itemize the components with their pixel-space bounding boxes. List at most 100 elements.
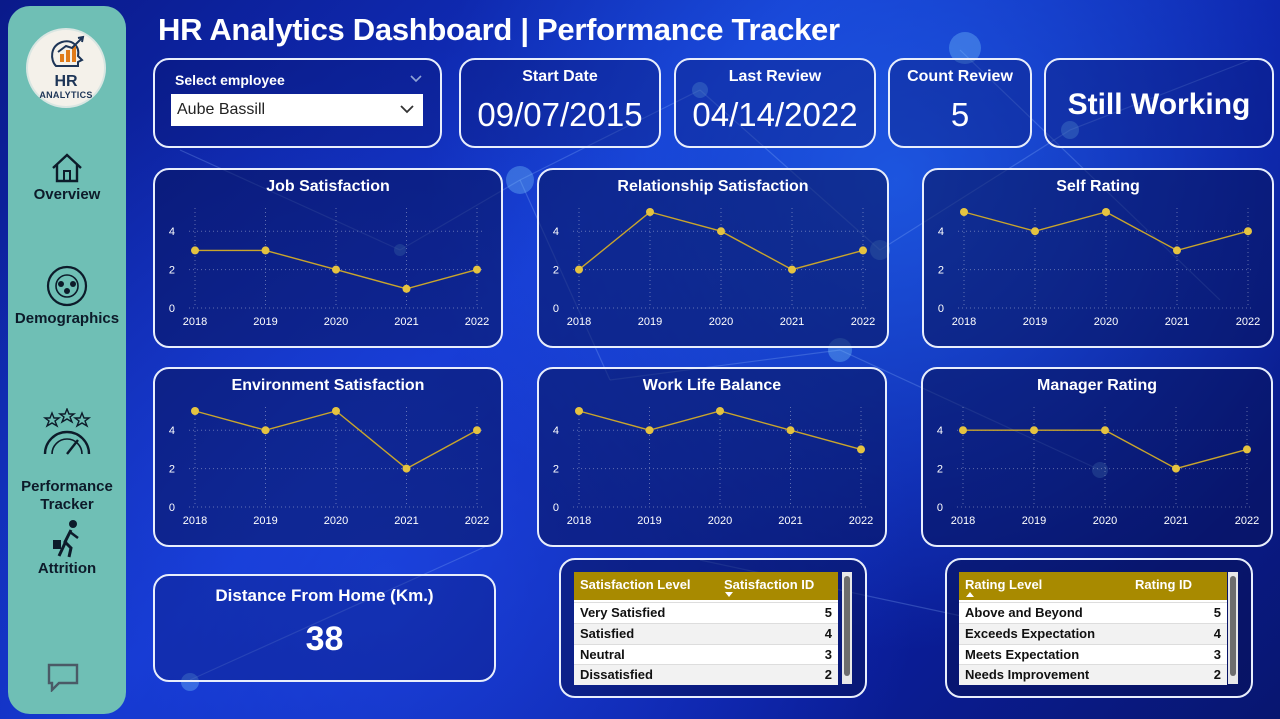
table-row[interactable]: Neutral 3 bbox=[574, 644, 838, 665]
x-tick-label: 2022 bbox=[465, 316, 489, 328]
data-point[interactable] bbox=[1173, 246, 1181, 255]
data-point[interactable] bbox=[645, 426, 654, 435]
data-point[interactable] bbox=[717, 227, 725, 236]
rating-table: Rating Level Rating ID Above and Beyond … bbox=[959, 572, 1227, 685]
data-point[interactable] bbox=[859, 246, 867, 255]
start-date-card: Start Date 09/07/2015 bbox=[459, 58, 661, 148]
data-point[interactable] bbox=[857, 445, 865, 454]
x-tick-label: 2022 bbox=[465, 515, 489, 527]
data-point[interactable] bbox=[332, 265, 340, 274]
x-tick-label: 2021 bbox=[394, 316, 418, 328]
table-row[interactable]: Above and Beyond 5 bbox=[959, 602, 1227, 623]
data-point[interactable] bbox=[191, 246, 199, 255]
y-tick-label: 4 bbox=[169, 226, 175, 238]
head-chart-icon bbox=[51, 35, 85, 67]
x-tick-label: 2020 bbox=[709, 316, 733, 328]
page-title: HR Analytics Dashboard | Performance Tra… bbox=[158, 12, 840, 47]
data-point[interactable] bbox=[191, 407, 199, 415]
data-point[interactable] bbox=[1101, 426, 1109, 435]
x-tick-label: 2021 bbox=[394, 515, 418, 527]
x-tick-label: 2019 bbox=[638, 316, 662, 328]
data-point[interactable] bbox=[473, 265, 481, 274]
scrollbar[interactable] bbox=[842, 572, 852, 684]
scrollbar-thumb[interactable] bbox=[1230, 576, 1236, 676]
data-point[interactable] bbox=[402, 284, 411, 293]
data-point[interactable] bbox=[1030, 426, 1038, 435]
y-tick-label: 2 bbox=[938, 265, 944, 277]
x-tick-label: 2022 bbox=[849, 515, 873, 527]
line-chart-svg: 0 2 4 2018 2019 2020 2021 2022 bbox=[169, 407, 489, 527]
column-header[interactable]: Rating Level bbox=[965, 575, 1042, 595]
nav-attrition[interactable]: Attrition bbox=[8, 518, 126, 578]
hr-analytics-logo[interactable]: HR ANALYTICS bbox=[28, 30, 104, 106]
x-tick-label: 2022 bbox=[1235, 515, 1259, 527]
table-cell: Above and Beyond bbox=[965, 605, 1083, 620]
sort-asc-icon[interactable] bbox=[965, 591, 975, 598]
data-point[interactable] bbox=[332, 407, 340, 415]
data-point[interactable] bbox=[960, 208, 968, 216]
sort-desc-icon[interactable] bbox=[724, 591, 734, 598]
x-tick-label: 2018 bbox=[567, 316, 591, 328]
scrollbar[interactable] bbox=[1228, 572, 1238, 684]
satisfaction-table: Satisfaction Level Satisfaction ID Very … bbox=[574, 572, 838, 685]
y-tick-label: 4 bbox=[938, 226, 944, 238]
nav-performance-tracker[interactable]: Performance Tracker bbox=[8, 390, 126, 514]
data-point[interactable] bbox=[575, 265, 583, 274]
data-point[interactable] bbox=[261, 426, 270, 435]
data-point[interactable] bbox=[1102, 208, 1110, 216]
y-tick-label: 2 bbox=[553, 265, 559, 277]
table-row[interactable]: Satisfied 4 bbox=[574, 623, 838, 644]
select-employee-label: Select employee bbox=[175, 72, 285, 88]
work-life-balance-chart: Work Life Balance 0 2 4 2018 2019 2020 2021 202… bbox=[537, 367, 887, 547]
column-header[interactable]: Satisfaction Level bbox=[580, 575, 691, 595]
table-row[interactable]: Very Satisfied 5 bbox=[574, 602, 838, 623]
x-tick-label: 2019 bbox=[253, 316, 277, 328]
x-tick-label: 2020 bbox=[324, 316, 348, 328]
logo-main-text: HR bbox=[54, 73, 78, 90]
x-tick-label: 2019 bbox=[1022, 515, 1046, 527]
data-point[interactable] bbox=[402, 464, 411, 473]
data-point[interactable] bbox=[788, 265, 796, 274]
column-header[interactable]: Rating ID bbox=[1135, 575, 1192, 595]
data-point[interactable] bbox=[716, 407, 724, 415]
line-chart-svg: 0 2 4 2018 2019 2020 2021 2022 bbox=[553, 407, 873, 527]
table-header: Rating Level Rating ID bbox=[959, 572, 1227, 600]
chevron-down-icon[interactable] bbox=[409, 74, 423, 84]
x-tick-label: 2021 bbox=[780, 316, 804, 328]
data-point[interactable] bbox=[1031, 227, 1039, 236]
distance-label: Distance From Home (Km.) bbox=[215, 586, 434, 605]
data-point[interactable] bbox=[575, 407, 583, 415]
x-tick-label: 2022 bbox=[851, 316, 875, 328]
x-tick-label: 2018 bbox=[952, 316, 976, 328]
table-row[interactable]: Dissatisfied 2 bbox=[574, 664, 838, 685]
table-row[interactable]: Needs Improvement 2 bbox=[959, 664, 1227, 685]
data-point[interactable] bbox=[646, 208, 654, 216]
employment-status-card: Still Working bbox=[1044, 58, 1274, 148]
column-header[interactable]: Satisfaction ID bbox=[724, 575, 814, 595]
x-tick-label: 2020 bbox=[324, 515, 348, 527]
data-point[interactable] bbox=[1244, 227, 1252, 236]
table-cell: 4 bbox=[1213, 626, 1221, 641]
y-tick-label: 4 bbox=[553, 226, 559, 238]
data-point[interactable] bbox=[1172, 464, 1180, 473]
y-tick-label: 0 bbox=[553, 502, 559, 514]
data-point[interactable] bbox=[473, 426, 481, 435]
table-cell: Neutral bbox=[580, 647, 625, 662]
start-date-value: 09/07/2015 bbox=[477, 96, 643, 133]
table-row[interactable]: Exceeds Expectation 4 bbox=[959, 623, 1227, 644]
table-row[interactable]: Meets Expectation 3 bbox=[959, 644, 1227, 665]
data-point[interactable] bbox=[1243, 445, 1251, 454]
scrollbar-thumb[interactable] bbox=[844, 576, 850, 676]
data-point[interactable] bbox=[261, 246, 270, 255]
table-cell: 3 bbox=[824, 647, 832, 662]
nav-overview[interactable]: Overview bbox=[8, 152, 126, 204]
y-tick-label: 4 bbox=[169, 425, 175, 437]
x-tick-label: 2019 bbox=[637, 515, 661, 527]
nav-demographics[interactable]: Demographics bbox=[8, 264, 126, 328]
comment-icon[interactable] bbox=[46, 662, 80, 692]
y-tick-label: 2 bbox=[169, 265, 175, 277]
data-point[interactable] bbox=[786, 426, 795, 435]
data-point[interactable] bbox=[959, 426, 967, 435]
table-cell: Dissatisfied bbox=[580, 667, 653, 682]
employee-dropdown[interactable]: Aube Bassill bbox=[171, 94, 423, 126]
